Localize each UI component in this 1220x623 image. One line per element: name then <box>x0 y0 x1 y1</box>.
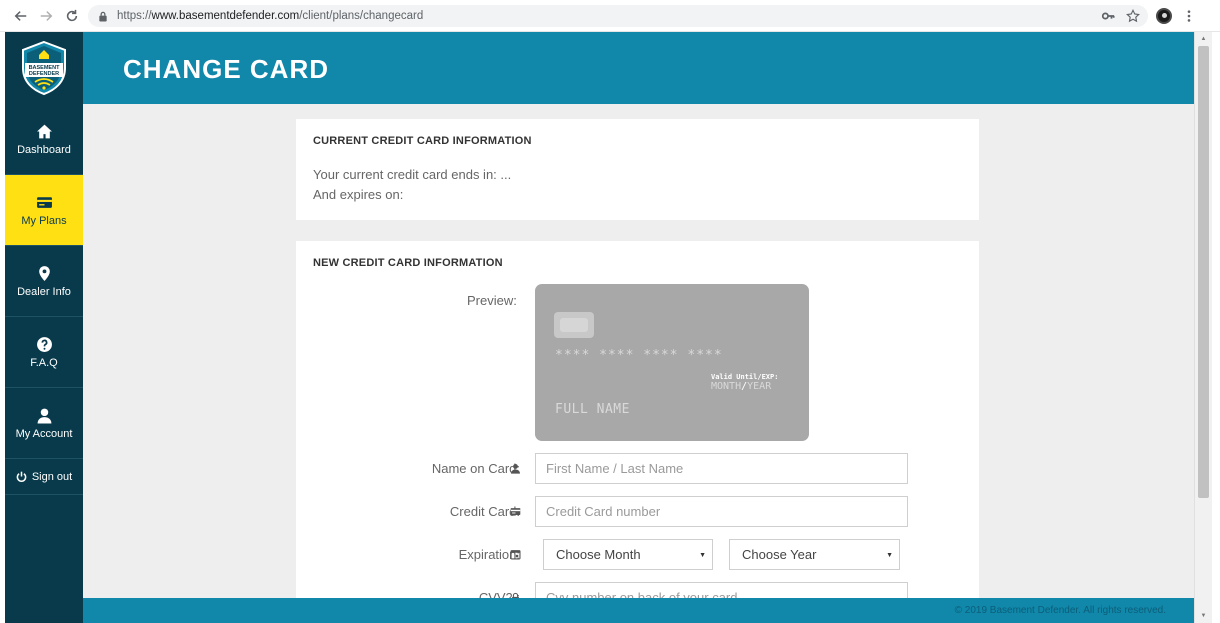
svg-text:DEFENDER: DEFENDER <box>29 71 59 77</box>
user-icon <box>509 462 521 474</box>
scrollbar-thumb[interactable] <box>1198 46 1209 498</box>
sidebar: BASEMENT DEFENDER Dashboard My Plans Dea… <box>5 32 83 623</box>
sidebar-item-faq[interactable]: F.A.Q <box>5 317 83 388</box>
preview-label: Preview: <box>467 293 517 308</box>
credit-card-number-input[interactable] <box>535 496 908 527</box>
url-text: https://www.basementdefender.com/client/… <box>117 10 424 22</box>
sidebar-item-label: Dashboard <box>17 144 71 156</box>
scroll-down-arrow-icon[interactable]: ▼ <box>1195 609 1212 623</box>
sign-out-button[interactable]: Sign out <box>5 459 83 495</box>
new-card-heading: NEW CREDIT CARD INFORMATION <box>313 257 503 269</box>
card-preview-name: FULL NAME <box>555 402 630 417</box>
key-icon[interactable] <box>1100 8 1116 24</box>
current-card-panel: CURRENT CREDIT CARD INFORMATION Your cur… <box>296 119 979 220</box>
user-icon <box>35 406 53 424</box>
month-select-value: Choose Month <box>556 547 641 562</box>
sidebar-item-dashboard[interactable]: Dashboard <box>5 104 83 175</box>
name-label: Name on Card: <box>431 461 520 476</box>
footer: © 2019 Basement Defender. All rights res… <box>83 598 1194 623</box>
credit-card-icon <box>35 193 53 211</box>
page-title: CHANGE CARD <box>123 54 329 84</box>
chevron-down-icon: ▼ <box>886 552 893 559</box>
sidebar-item-dealer-info[interactable]: Dealer Info <box>5 246 83 317</box>
credit-card-icon <box>509 505 521 517</box>
sidebar-item-label: Dealer Info <box>17 286 71 298</box>
name-on-card-input[interactable] <box>535 453 908 484</box>
page-header: CHANGE CARD <box>83 32 1194 104</box>
scroll-up-arrow-icon[interactable]: ▲ <box>1195 32 1212 46</box>
card-preview: **** **** **** **** Valid Until/EXP: MON… <box>535 284 809 441</box>
sidebar-item-label: F.A.Q <box>30 357 58 369</box>
expiration-month-select[interactable]: Choose Month ▼ <box>543 539 713 570</box>
profile-avatar[interactable] <box>1156 8 1172 24</box>
menu-dots-icon[interactable] <box>1181 8 1197 24</box>
card-chip <box>554 312 594 338</box>
sidebar-item-my-plans[interactable]: My Plans <box>5 175 83 246</box>
card-year: YEAR <box>747 381 772 392</box>
lock-icon <box>509 591 521 598</box>
browser-toolbar: https://www.basementdefender.com/client/… <box>0 0 1220 32</box>
cvv-row: CVV2 : <box>296 582 979 598</box>
card-expires-text: And expires on: <box>313 187 404 202</box>
address-bar[interactable]: https://www.basementdefender.com/client/… <box>88 5 1148 27</box>
calendar-icon <box>509 548 521 560</box>
cvv-input[interactable] <box>535 582 908 598</box>
power-icon <box>16 471 28 483</box>
star-icon[interactable] <box>1125 8 1141 24</box>
expiration-row: Expiration: Choose Month ▼ Choose Year ▼ <box>296 539 979 571</box>
home-icon <box>35 122 53 140</box>
name-row: Name on Card: <box>296 453 979 485</box>
card-ends-in-text: Your current credit card ends in: ... <box>313 167 512 182</box>
year-select-value: Choose Year <box>742 547 817 562</box>
sidebar-item-label: My Plans <box>21 215 67 227</box>
main-content: CURRENT CREDIT CARD INFORMATION Your cur… <box>83 104 1194 598</box>
page-scrollbar[interactable]: ▲ ▼ <box>1194 32 1212 623</box>
map-pin-icon <box>35 264 53 282</box>
copyright-text: © 2019 Basement Defender. All rights res… <box>954 605 1166 616</box>
card-preview-expiry: MONTH/YEAR <box>711 381 771 392</box>
card-month: MONTH <box>711 381 742 392</box>
sign-out-label: Sign out <box>31 470 73 483</box>
card-preview-number: **** **** **** **** <box>555 348 723 363</box>
reload-icon[interactable] <box>62 6 82 26</box>
back-icon[interactable] <box>11 6 31 26</box>
current-card-heading: CURRENT CREDIT CARD INFORMATION <box>313 135 532 147</box>
lock-icon <box>98 11 108 22</box>
basement-defender-logo: BASEMENT DEFENDER <box>22 40 66 96</box>
new-card-panel: NEW CREDIT CARD INFORMATION Preview: ***… <box>296 241 979 598</box>
sidebar-item-label: My Account <box>15 428 73 440</box>
forward-icon[interactable] <box>36 6 56 26</box>
expiration-year-select[interactable]: Choose Year ▼ <box>729 539 900 570</box>
logo[interactable]: BASEMENT DEFENDER <box>5 32 83 104</box>
sidebar-item-my-account[interactable]: My Account <box>5 388 83 459</box>
chevron-down-icon: ▼ <box>699 552 706 559</box>
credit-card-row: Credit Card: <box>296 496 979 528</box>
question-icon <box>35 335 53 353</box>
card-valid-label: Valid Until/EXP: <box>711 373 779 381</box>
